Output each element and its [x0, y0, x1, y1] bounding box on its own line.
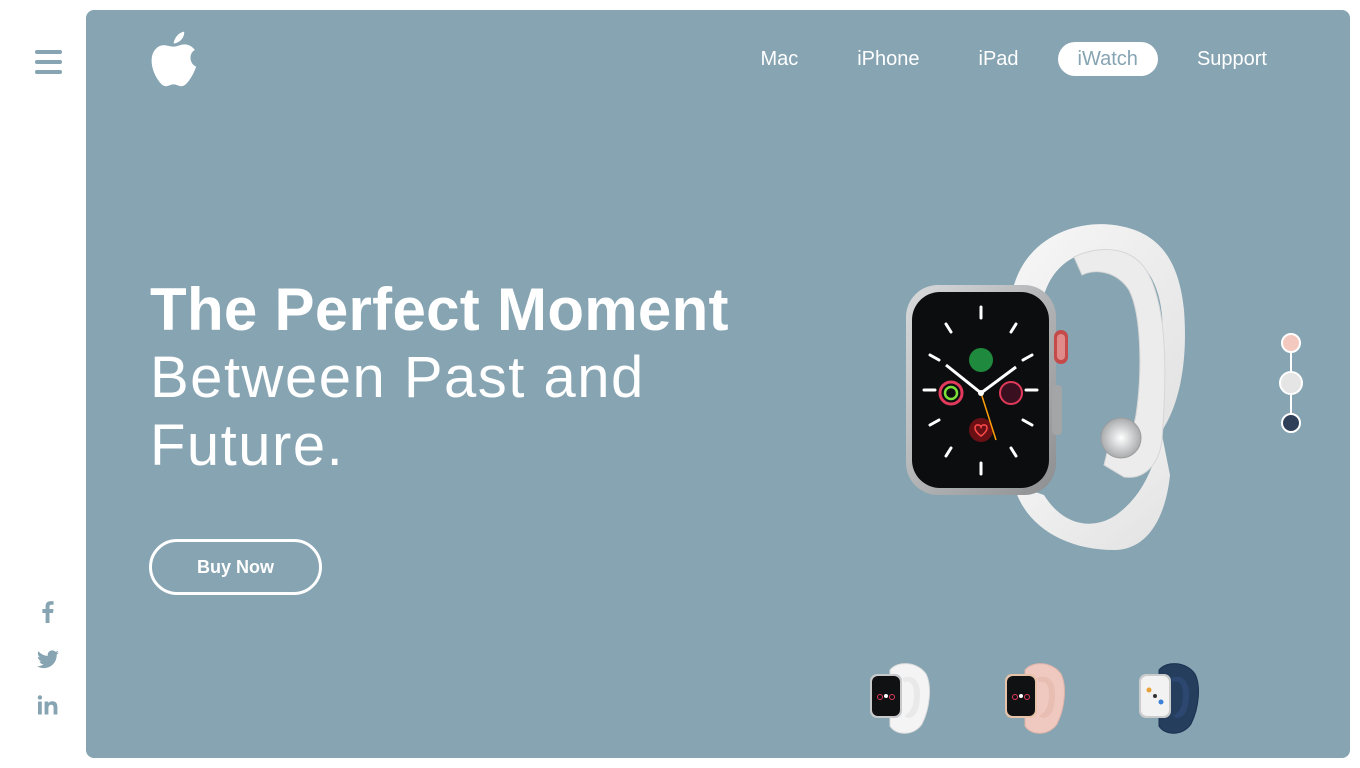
headline-line-2: Between Past and [150, 345, 645, 410]
color-selector [1279, 333, 1303, 438]
hero-headline: The Perfect Moment Between Past and Futu… [150, 276, 729, 480]
hero-panel: Mac iPhone iPad iWatch Support The Perfe… [86, 10, 1350, 758]
thumbnail-navy-watch[interactable] [1137, 660, 1201, 736]
nav-item-iphone[interactable]: iPhone [837, 42, 939, 76]
nav-item-support[interactable]: Support [1177, 42, 1287, 76]
color-dot-navy[interactable] [1281, 413, 1301, 433]
color-dot-pink[interactable] [1281, 333, 1301, 353]
thumbnail-pink-watch[interactable] [1003, 660, 1067, 736]
headline-line-3: Future. [150, 413, 345, 478]
main-product-watch-image [904, 215, 1194, 555]
left-rail [0, 0, 86, 768]
nav-item-mac[interactable]: Mac [740, 42, 818, 76]
hamburger-menu-icon[interactable] [35, 50, 62, 74]
linkedin-icon[interactable] [34, 692, 62, 720]
apple-logo-icon[interactable] [148, 28, 200, 90]
main-nav: Mac iPhone iPad iWatch Support [721, 42, 1287, 76]
headline-bold-line: The Perfect Moment [150, 276, 729, 343]
buy-now-button[interactable]: Buy Now [149, 539, 322, 595]
twitter-icon[interactable] [34, 645, 62, 673]
nav-item-iwatch[interactable]: iWatch [1057, 42, 1158, 76]
color-dot-white[interactable] [1279, 371, 1303, 395]
thumbnail-white-watch[interactable] [868, 660, 932, 736]
facebook-icon[interactable] [34, 598, 62, 626]
nav-item-ipad[interactable]: iPad [959, 42, 1039, 76]
